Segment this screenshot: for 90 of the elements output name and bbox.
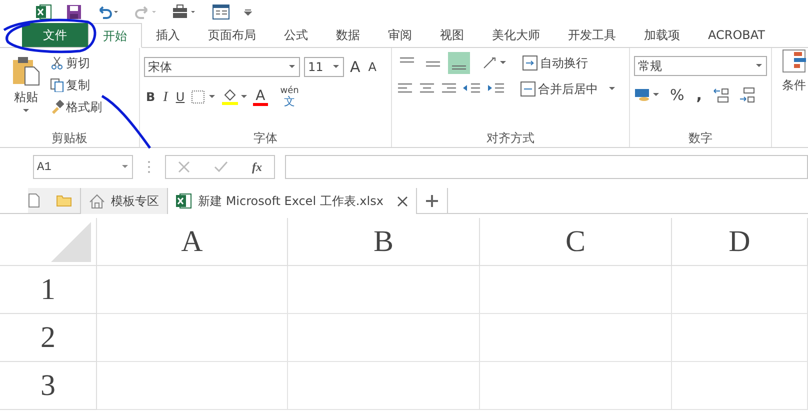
dropdown-caret-icon — [121, 164, 129, 170]
caret-icon — [22, 108, 30, 114]
home-icon — [89, 194, 105, 208]
ribbon-tab[interactable]: 开发工具 — [554, 23, 630, 47]
table-cell[interactable] — [97, 362, 288, 410]
percent-button[interactable]: % — [668, 84, 686, 106]
increase-decimal-icon[interactable] — [712, 86, 730, 104]
bar-chart-table-icon — [782, 48, 808, 74]
table-cell[interactable] — [672, 362, 808, 410]
table-cell[interactable] — [480, 314, 672, 362]
table-cell[interactable] — [672, 266, 808, 314]
caret-icon — [608, 86, 616, 92]
dropdown-caret-icon — [755, 63, 763, 69]
paste-button[interactable]: 粘贴 — [4, 52, 48, 126]
form-icon[interactable] — [212, 4, 230, 20]
ribbon-tab[interactable]: 开始 — [88, 23, 142, 48]
grip-icon — [147, 160, 151, 174]
close-icon[interactable] — [397, 196, 408, 206]
save-icon[interactable] — [66, 4, 82, 20]
underline-button[interactable]: U — [174, 86, 187, 108]
group-title: 剪贴板 — [50, 130, 88, 147]
ribbon-tab[interactable]: ACROBAT — [694, 23, 779, 47]
ribbon-tab[interactable]: 审阅 — [374, 23, 426, 47]
ribbon-tab[interactable]: 加载项 — [630, 23, 694, 47]
table-cell[interactable] — [480, 362, 672, 410]
formula-input-field[interactable] — [285, 155, 808, 179]
merge-cells-icon — [520, 81, 536, 97]
copy-icon — [50, 78, 64, 92]
shrink-font-button[interactable]: A — [366, 56, 378, 78]
wrap-text-button[interactable]: 自动换行 — [520, 52, 590, 74]
dropdown-caret-icon — [332, 64, 340, 70]
table-cell[interactable] — [672, 314, 808, 362]
row-header[interactable]: 3 — [0, 362, 97, 410]
clipboard-icon — [11, 56, 41, 86]
comma-button[interactable]: , — [694, 84, 704, 106]
format-painter-button[interactable]: 格式刷 — [48, 96, 104, 118]
group-title: 字体 — [252, 130, 278, 147]
row-header[interactable]: 1 — [0, 266, 97, 314]
column-header[interactable]: A — [97, 218, 288, 266]
decrease-decimal-icon[interactable] — [738, 86, 756, 104]
group-title: 对齐方式 — [486, 130, 536, 147]
font-size-field[interactable]: 11 — [304, 57, 344, 77]
ribbon-tab[interactable]: 公式 — [270, 23, 322, 47]
row-header[interactable]: 2 — [0, 314, 97, 362]
currency-icon[interactable] — [634, 87, 660, 103]
ribbon-tab[interactable]: 数据 — [322, 23, 374, 47]
check-icon[interactable] — [214, 161, 228, 173]
table-cell[interactable] — [97, 314, 288, 362]
wrap-text-icon — [522, 55, 538, 71]
insert-function-button[interactable]: fx — [252, 158, 262, 176]
table-cell[interactable] — [288, 362, 480, 410]
excel-logo-icon[interactable] — [36, 4, 52, 20]
document-tab[interactable]: 新建 Microsoft Excel 工作表.xlsx — [167, 188, 416, 214]
number-format-field[interactable]: 常规 — [634, 56, 767, 76]
phonetic-button[interactable]: wén 文 — [280, 87, 299, 107]
grow-font-button[interactable]: A — [348, 56, 362, 78]
table-cell[interactable] — [288, 266, 480, 314]
group-title: 数字 — [688, 130, 714, 147]
align-bottom-icon[interactable] — [448, 52, 470, 74]
italic-button[interactable]: I — [161, 86, 170, 108]
column-header[interactable]: C — [480, 218, 672, 266]
fill-color-icon[interactable] — [220, 88, 249, 106]
font-name-field[interactable]: 宋体 — [144, 57, 300, 77]
ribbon-tab[interactable]: 视图 — [426, 23, 478, 47]
plus-icon[interactable] — [425, 194, 440, 208]
conditional-formatting-button[interactable]: 条件 — [780, 48, 808, 104]
scissors-icon — [50, 56, 64, 70]
ribbon-tab[interactable]: 页面布局 — [194, 23, 270, 47]
file-tab[interactable]: 文件 — [22, 23, 88, 47]
table-cell[interactable] — [480, 266, 672, 314]
merge-center-button[interactable]: 合并后居中 — [518, 78, 618, 100]
customize-caret-icon[interactable] — [244, 8, 252, 16]
name-box[interactable]: A1 — [33, 155, 133, 179]
column-header[interactable]: D — [672, 218, 808, 266]
ribbon-tab[interactable]: 美化大师 — [478, 23, 554, 47]
font-color-button[interactable]: A — [252, 88, 268, 106]
copy-button[interactable]: 复制 — [48, 74, 104, 96]
document-tab[interactable]: 模板专区 — [80, 188, 167, 214]
paintbrush-icon — [50, 100, 64, 114]
table-cell[interactable] — [97, 266, 288, 314]
new-document-icon[interactable] — [28, 193, 40, 208]
ribbon-tab[interactable]: 插入 — [142, 23, 194, 47]
column-header[interactable]: B — [288, 218, 480, 266]
border-icon[interactable] — [190, 90, 217, 104]
bold-button[interactable]: B — [144, 86, 158, 108]
excel-file-icon — [176, 193, 192, 209]
toolbox-icon[interactable] — [172, 4, 198, 20]
cut-button[interactable]: 剪切 — [48, 52, 104, 74]
dropdown-caret-icon — [288, 64, 296, 70]
table-cell[interactable] — [288, 314, 480, 362]
